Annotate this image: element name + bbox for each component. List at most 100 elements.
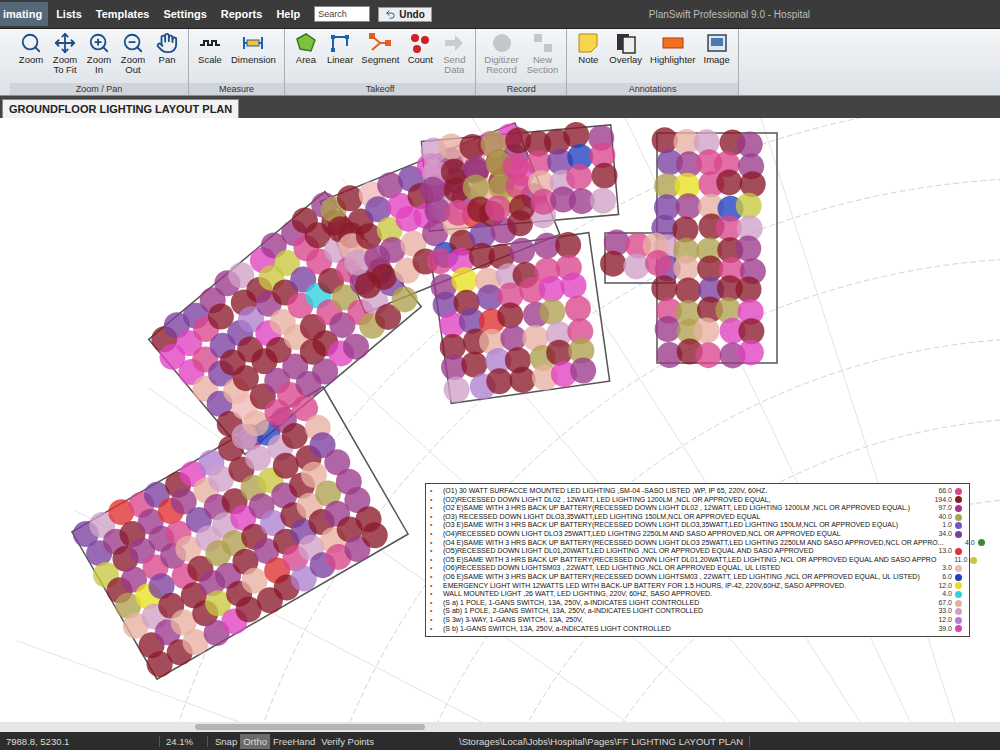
- count-marker[interactable]: [655, 316, 681, 342]
- menu-item[interactable]: Reports: [215, 2, 269, 26]
- menu-item[interactable]: Lists: [50, 2, 88, 26]
- ribbon-group: ZoomZoomTo FitZoomInZoomOutPanZoom / Pan: [0, 29, 189, 95]
- ribbon-button[interactable]: Linear: [323, 31, 357, 65]
- ribbon-button[interactable]: SendData: [437, 31, 471, 75]
- count-marker[interactable]: [362, 522, 388, 548]
- page-tab[interactable]: GROUNDFLOOR LIGHTING LAYOUT PLAN: [2, 99, 239, 118]
- legend-row: •(O2)RECESSED DOWN LIGHT DL02 , 12WATT, …: [430, 496, 965, 505]
- count-marker[interactable]: [282, 423, 308, 449]
- dimension-icon: [241, 31, 265, 55]
- horizontal-scrollbar[interactable]: [0, 722, 1000, 732]
- count-marker[interactable]: [539, 299, 565, 325]
- ribbon-button[interactable]: Count: [403, 31, 437, 65]
- legend-row: •EMERGENCY LIGHT WITH 12WATTS LED WITH B…: [430, 582, 965, 591]
- ribbon-button[interactable]: Segment: [357, 31, 403, 65]
- count-marker[interactable]: [651, 275, 677, 301]
- legend-row: •(S 3w) 3-WAY, 1-GANS SWITCH, 13A, 250V,…: [430, 616, 965, 625]
- count-marker[interactable]: [445, 200, 471, 226]
- count-marker[interactable]: [510, 367, 536, 393]
- count-marker[interactable]: [645, 250, 671, 276]
- count-marker[interactable]: [738, 339, 764, 365]
- count-marker[interactable]: [485, 195, 511, 221]
- ribbon-button[interactable]: Scale: [193, 31, 227, 65]
- highlighter-icon: [661, 31, 685, 55]
- menu-item[interactable]: Settings: [157, 2, 212, 26]
- ribbon-button[interactable]: Pan: [150, 31, 184, 65]
- legend-dot: [955, 608, 962, 615]
- legend-row: •(O2 E)SAME WITH 3 HRS BACK UP BATTERY(R…: [430, 504, 965, 513]
- count-marker[interactable]: [695, 342, 721, 368]
- undo-button[interactable]: Undo: [378, 7, 432, 22]
- count-marker[interactable]: [392, 286, 418, 312]
- ribbon-button[interactable]: ZoomTo Fit: [48, 31, 82, 75]
- legend-row: •WALL MOUNTED LIGHT ,26 WATT, LED LIGHTI…: [430, 590, 965, 599]
- count-marker[interactable]: [565, 296, 591, 322]
- count-marker[interactable]: [245, 445, 271, 471]
- count-marker[interactable]: [563, 122, 589, 148]
- count-marker[interactable]: [736, 276, 762, 302]
- search-field[interactable]: [314, 6, 370, 22]
- legend-row: •(O3) RECESSED DOWN LIGHT DLO3,35WATT,LE…: [430, 513, 965, 522]
- count-marker[interactable]: [343, 334, 369, 360]
- count-marker[interactable]: [590, 188, 616, 214]
- count-marker[interactable]: [735, 236, 761, 262]
- count-marker[interactable]: [694, 317, 720, 343]
- ribbon-button[interactable]: Area: [289, 31, 323, 65]
- ribbon-button[interactable]: NewSection: [523, 31, 563, 75]
- count-marker[interactable]: [452, 267, 478, 293]
- menu-item[interactable]: Help: [270, 2, 306, 26]
- segment-icon: [368, 31, 392, 55]
- ribbon-button[interactable]: Dimension: [227, 31, 280, 65]
- count-marker[interactable]: [675, 277, 701, 303]
- count-marker[interactable]: [570, 357, 596, 383]
- ribbon-button[interactable]: DigitizerRecord: [480, 31, 522, 75]
- count-marker[interactable]: [592, 163, 618, 189]
- legend-dot: [970, 557, 977, 564]
- count-marker[interactable]: [561, 272, 587, 298]
- status-toggle[interactable]: Ortho: [240, 734, 270, 749]
- count-marker[interactable]: [623, 253, 649, 279]
- legend-dot: [955, 548, 962, 555]
- status-toggle[interactable]: FreeHand: [270, 734, 318, 749]
- ribbon-button[interactable]: ZoomIn: [82, 31, 116, 75]
- ribbon-button[interactable]: Overlay: [605, 31, 646, 65]
- count-marker[interactable]: [371, 264, 397, 290]
- drawing-canvas[interactable]: •(O1) 30 WATT SURFACCE MOUNTED LED LIGHT…: [0, 118, 1000, 722]
- legend-dot: [955, 625, 962, 632]
- ribbon-button[interactable]: Note: [571, 31, 605, 65]
- count-marker[interactable]: [444, 377, 470, 403]
- legend-dot: [955, 496, 962, 503]
- count-marker[interactable]: [486, 368, 512, 394]
- count-marker[interactable]: [600, 251, 626, 277]
- count-marker[interactable]: [337, 185, 363, 211]
- group-label: Measure: [189, 83, 284, 95]
- count-marker[interactable]: [463, 174, 489, 200]
- status-bar: 7988.8, 5230.124.1%SnapOrthoFreeHandVeri…: [0, 732, 1000, 750]
- count-marker[interactable]: [539, 276, 565, 302]
- coordinates: 7988.8, 5230.1: [0, 736, 160, 747]
- menu-bar: imatingListsTemplatesSettingsReportsHelp…: [0, 0, 1000, 29]
- count-marker[interactable]: [736, 193, 762, 219]
- ribbon-button[interactable]: Image: [700, 31, 734, 65]
- count-marker[interactable]: [676, 193, 702, 219]
- send-data-icon: [442, 31, 466, 55]
- count-marker[interactable]: [555, 232, 581, 258]
- legend-dot: [955, 565, 962, 572]
- ribbon-button[interactable]: ZoomOut: [116, 31, 150, 75]
- status-toggle[interactable]: Verify Points: [318, 734, 377, 749]
- count-marker[interactable]: [673, 255, 699, 281]
- count-marker[interactable]: [566, 164, 592, 190]
- menu-item[interactable]: Templates: [90, 2, 156, 26]
- ribbon: ZoomZoomTo FitZoomInZoomOutPanZoom / Pan…: [0, 29, 1000, 96]
- count-icon: [408, 31, 432, 55]
- app-window: imatingListsTemplatesSettingsReportsHelp…: [0, 0, 1000, 750]
- count-marker[interactable]: [509, 238, 535, 264]
- menu-item[interactable]: imating: [0, 2, 48, 26]
- note-icon: [576, 31, 600, 55]
- scroll-thumb[interactable]: [195, 724, 425, 730]
- status-toggle[interactable]: Snap: [212, 734, 240, 749]
- count-marker[interactable]: [497, 302, 523, 328]
- ribbon-button[interactable]: Highlighter: [646, 31, 699, 65]
- count-marker[interactable]: [716, 169, 742, 195]
- ribbon-button[interactable]: Zoom: [14, 31, 48, 65]
